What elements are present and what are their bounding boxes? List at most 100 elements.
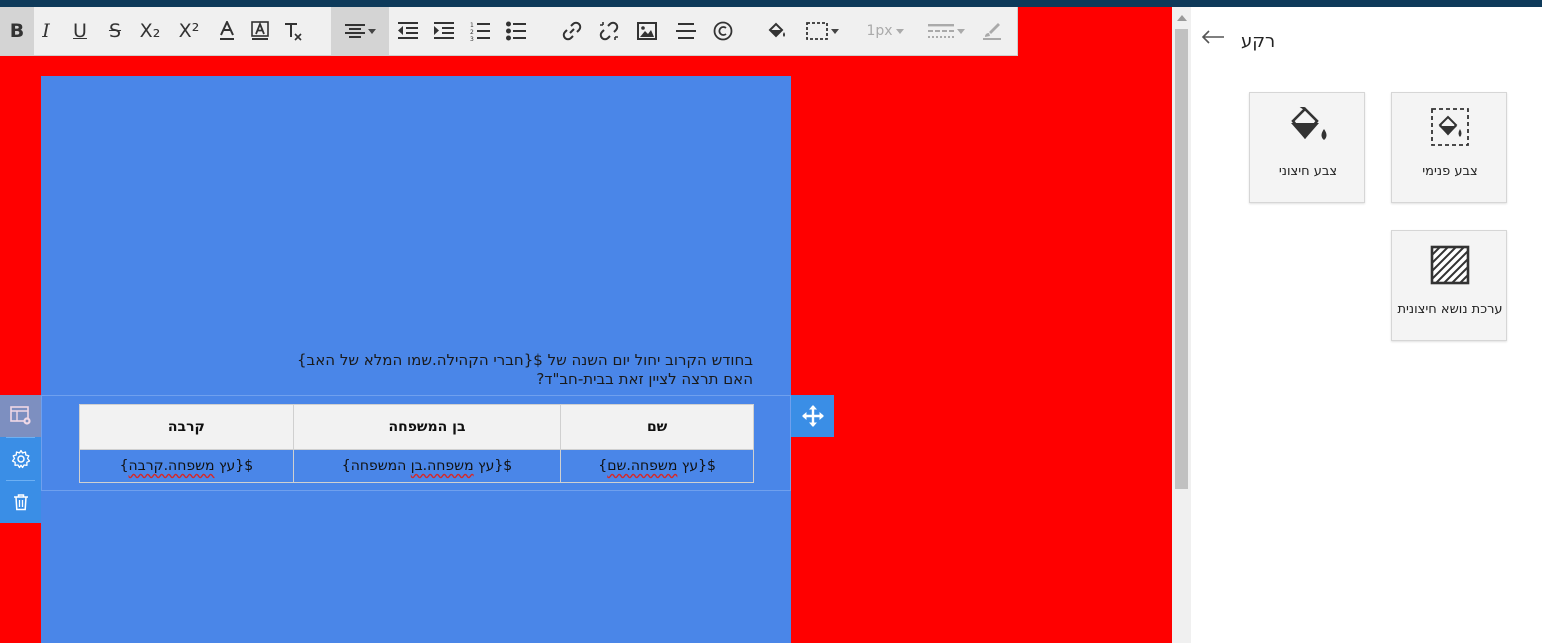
scroll-up-arrow-icon[interactable] <box>1177 15 1187 21</box>
window-top-strip <box>0 0 1542 7</box>
border-style-icon <box>927 24 954 38</box>
image-icon <box>637 22 657 40</box>
placeholder-close: } <box>598 458 608 474</box>
cell-fill-color-button[interactable] <box>760 7 794 55</box>
outer-fill-icon <box>1291 107 1327 140</box>
clear-format-icon <box>285 23 302 41</box>
horizontal-rule-icon <box>676 23 696 39</box>
insert-link-button[interactable] <box>555 7 589 55</box>
text-line-2: האם תרצה לציין זאת בבית-חב"ד? <box>536 370 753 388</box>
table-cell[interactable]: ${עץ משפחה.בן המשפחה} <box>292 449 562 483</box>
outdent-icon <box>398 22 418 39</box>
underline-button[interactable]: U <box>63 7 97 55</box>
svg-text:2: 2 <box>470 29 474 36</box>
placeholder-open: {עץ <box>473 458 504 474</box>
placeholder-prefix: $ <box>707 458 716 474</box>
placeholder-close: } <box>119 458 129 474</box>
move-arrows-icon <box>801 405 824 427</box>
insert-image-button[interactable] <box>630 7 664 55</box>
table-header-cell[interactable]: בן המשפחה <box>292 404 562 450</box>
align-dropdown-button[interactable] <box>331 7 389 55</box>
indent-button[interactable] <box>427 7 461 55</box>
strikethrough-button[interactable]: S <box>98 7 132 55</box>
border-style-dropdown[interactable] <box>922 7 970 55</box>
block-settings-button[interactable] <box>0 438 41 480</box>
background-color-button[interactable] <box>243 7 277 55</box>
panel-title: רקע <box>1241 31 1276 52</box>
svg-text:3: 3 <box>470 36 474 41</box>
link-icon <box>562 21 582 41</box>
drag-handle[interactable] <box>791 395 834 437</box>
back-button[interactable] <box>1201 29 1225 49</box>
superscript-icon: X² <box>178 20 200 42</box>
clear-formatting-button[interactable] <box>276 7 310 55</box>
text-line-1: בחודש הקרוב יחול יום השנה של ${חברי הקהי… <box>297 351 753 369</box>
inner-fill-icon <box>1431 108 1469 146</box>
indent-icon <box>434 22 454 39</box>
inner-color-label: צבע פנימי <box>1422 164 1478 179</box>
trash-icon <box>13 494 28 511</box>
block-side-tools <box>0 395 41 523</box>
table-settings-icon <box>9 406 31 425</box>
placeholder-prefix: $ <box>244 458 254 474</box>
superscript-button[interactable]: X² <box>172 7 206 55</box>
outer-theme-card[interactable]: ערכת נושא חיצונית <box>1391 230 1507 341</box>
scrollbar-thumb[interactable] <box>1175 29 1188 489</box>
italic-button[interactable]: I <box>29 7 63 55</box>
spellcheck-word: משפחה.קרבה <box>128 458 215 474</box>
special-character-button[interactable] <box>706 7 740 55</box>
horizontal-rule-button[interactable] <box>669 7 703 55</box>
strikethrough-icon: S <box>108 20 122 42</box>
delete-block-button[interactable] <box>0 481 41 523</box>
border-dashed-icon <box>805 22 828 40</box>
editor-toolbar: B I U S X₂ X² 123 1px <box>0 7 1018 56</box>
spellcheck-word: משפחה.שם <box>607 458 678 474</box>
chevron-down-icon <box>956 28 965 34</box>
align-center-icon <box>344 24 365 38</box>
table-header-cell[interactable]: קרבה <box>79 404 294 450</box>
unlink-icon <box>599 21 619 41</box>
subscript-button[interactable]: X₂ <box>133 7 167 55</box>
chevron-down-icon <box>895 28 904 34</box>
font-color-icon <box>220 21 234 40</box>
table-settings-button[interactable] <box>0 395 41 437</box>
spellcheck-word: משפחה.בן <box>410 458 474 474</box>
brush-icon <box>983 23 1001 40</box>
underline-icon: U <box>73 20 87 42</box>
arrow-left-icon <box>1201 30 1224 44</box>
vertical-scrollbar[interactable] <box>1172 7 1191 643</box>
placeholder-prefix: $ <box>503 458 513 474</box>
placeholder-open: {עץ <box>677 458 708 474</box>
placeholder-open: {עץ <box>214 458 245 474</box>
border-color-button[interactable] <box>975 7 1009 55</box>
table-row: ${עץ משפחה.שם} ${עץ משפחה.בן המשפחה} ${ע… <box>79 449 754 483</box>
cell-border-dropdown[interactable] <box>798 7 846 55</box>
data-table[interactable]: שם בן המשפחה קרבה ${עץ משפחה.שם} ${עץ מש… <box>79 404 754 483</box>
subscript-icon: X₂ <box>139 20 161 42</box>
outer-color-label: צבע חיצוני <box>1278 164 1338 179</box>
bold-icon: B <box>9 20 25 42</box>
bullet-list-icon <box>506 21 526 41</box>
text-highlight-icon <box>251 21 269 40</box>
table-header-cell[interactable]: שם <box>560 404 754 450</box>
unordered-list-button[interactable] <box>499 7 533 55</box>
table-cell[interactable]: ${עץ משפחה.קרבה} <box>79 449 294 483</box>
outdent-button[interactable] <box>391 7 425 55</box>
gear-icon <box>11 449 30 469</box>
outer-theme-label: ערכת נושא חיצונית <box>1397 302 1503 317</box>
inner-content-block[interactable]: בחודש הקרוב יחול יום השנה של ${חברי הקהי… <box>41 76 791 643</box>
chevron-down-icon <box>367 28 376 34</box>
remove-link-button[interactable] <box>592 7 626 55</box>
text-paragraph[interactable]: בחודש הקרוב יחול יום השנה של ${חברי הקהי… <box>41 351 753 389</box>
ordered-list-button[interactable]: 123 <box>463 7 497 55</box>
panel-header: רקע <box>1191 25 1542 61</box>
outer-color-card[interactable]: צבע חיצוני <box>1249 92 1365 203</box>
italic-icon: I <box>42 20 50 42</box>
border-width-dropdown[interactable]: 1px <box>856 7 914 55</box>
background-settings-panel: רקע צבע חיצוני צבע פנימי ערכת נושא חיצונ… <box>1191 7 1542 643</box>
table-header-row: שם בן המשפחה קרבה <box>79 404 754 450</box>
svg-text:1: 1 <box>470 22 474 29</box>
inner-color-card[interactable]: צבע פנימי <box>1391 92 1507 203</box>
table-cell[interactable]: ${עץ משפחה.שם} <box>560 449 754 483</box>
font-color-button[interactable] <box>210 7 244 55</box>
